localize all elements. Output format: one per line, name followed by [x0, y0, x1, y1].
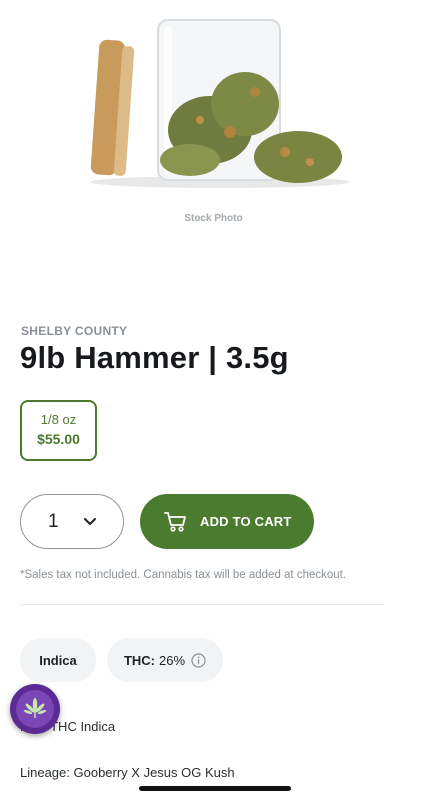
add-to-cart-label: ADD TO CART: [200, 514, 292, 529]
quantity-select[interactable]: 1: [20, 494, 124, 549]
thc-value: 26%: [159, 652, 186, 668]
divider: [20, 604, 384, 605]
weight-option-label: 1/8 oz: [40, 412, 77, 427]
quantity-value: 1: [48, 510, 59, 532]
strain-type-label: Indica: [39, 652, 77, 668]
chat-fab-button[interactable]: [10, 684, 60, 734]
weight-option-price: $55.00: [37, 431, 80, 447]
add-to-cart-button[interactable]: ADD TO CART: [140, 494, 314, 549]
chevron-down-icon: [83, 517, 97, 527]
jar-illustration: [90, 19, 350, 188]
thc-chip: THC: 26%: [107, 638, 223, 682]
product-title: 9lb Hammer | 3.5g: [20, 340, 289, 375]
cart-icon: [164, 511, 188, 533]
brand-name: SHELBY COUNTY: [21, 324, 128, 338]
product-lineage: Lineage: Gooberry X Jesus OG Kush: [20, 765, 235, 780]
tax-note: *Sales tax not included. Cannabis tax wi…: [20, 569, 347, 581]
strain-type-chip: Indica: [20, 638, 96, 682]
cannabis-leaf-icon: [16, 690, 54, 728]
thc-label: THC:: [123, 652, 155, 668]
info-icon[interactable]: [191, 652, 206, 668]
home-indicator: [139, 786, 291, 791]
product-image: Stock Photo: [0, 0, 427, 240]
stock-photo-caption: Stock Photo: [184, 213, 243, 224]
weight-option-eighth[interactable]: 1/8 oz $55.00: [20, 400, 97, 461]
